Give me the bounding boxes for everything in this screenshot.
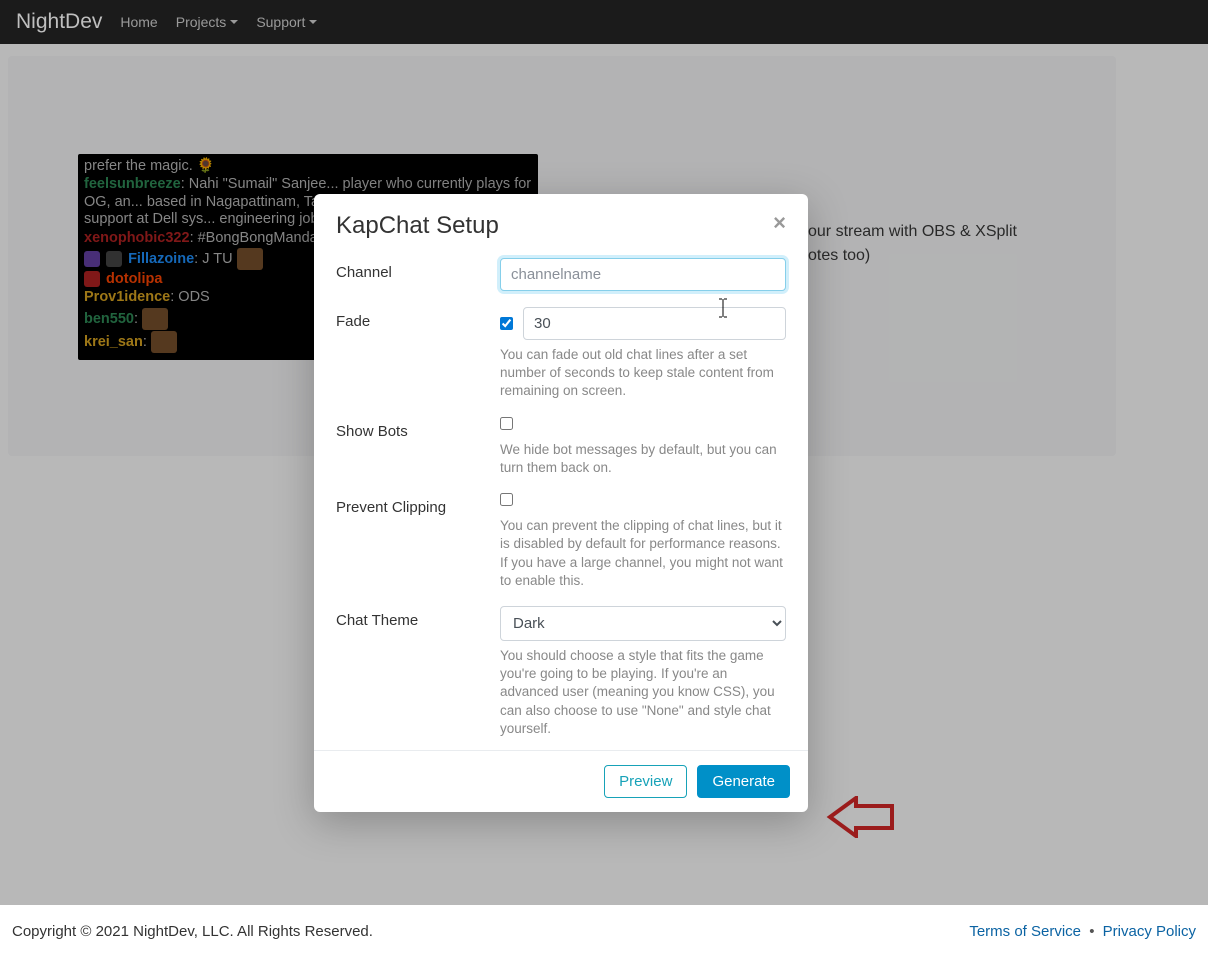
- preview-button[interactable]: Preview: [604, 765, 687, 798]
- generate-button[interactable]: Generate: [697, 765, 790, 798]
- fade-label: Fade: [336, 307, 500, 330]
- theme-label: Chat Theme: [336, 606, 500, 629]
- footer: Copyright © 2021 NightDev, LLC. All Righ…: [0, 905, 1208, 966]
- fade-checkbox[interactable]: [500, 317, 513, 330]
- nav-projects[interactable]: Projects: [176, 14, 239, 30]
- clip-label: Prevent Clipping: [336, 493, 500, 516]
- brand[interactable]: NightDev: [16, 10, 102, 34]
- chevron-down-icon: [230, 20, 238, 24]
- clip-help: You can prevent the clipping of chat lin…: [500, 517, 786, 590]
- chevron-down-icon: [309, 20, 317, 24]
- show-bots-checkbox[interactable]: [500, 417, 513, 430]
- footer-links: Terms of Service • Privacy Policy: [969, 923, 1196, 940]
- nav-support[interactable]: Support: [256, 14, 317, 30]
- bots-label: Show Bots: [336, 417, 500, 440]
- modal-header: KapChat Setup ×: [314, 194, 808, 248]
- bots-row: Show Bots We hide bot messages by defaul…: [336, 417, 786, 477]
- footer-copyright: Copyright © 2021 NightDev, LLC. All Righ…: [12, 923, 373, 940]
- modal-footer: Preview Generate: [314, 750, 808, 812]
- channel-label: Channel: [336, 258, 500, 281]
- theme-select[interactable]: Dark: [500, 606, 786, 641]
- modal-title: KapChat Setup: [336, 212, 499, 240]
- nav-support-label: Support: [256, 14, 305, 30]
- theme-row: Chat Theme Dark You should choose a styl…: [336, 606, 786, 738]
- tos-link[interactable]: Terms of Service: [969, 923, 1081, 940]
- clip-row: Prevent Clipping You can prevent the cli…: [336, 493, 786, 590]
- fade-help: You can fade out old chat lines after a …: [500, 346, 786, 401]
- modal-body: Channel Fade You can fade out old chat l…: [314, 248, 808, 750]
- page: our stream with OBS & XSplit otes too) p…: [0, 44, 1208, 966]
- navbar: NightDev Home Projects Support: [0, 0, 1208, 44]
- kapchat-setup-modal: KapChat Setup × Channel Fade You can fad…: [314, 194, 808, 812]
- close-icon[interactable]: ×: [773, 212, 786, 234]
- annotation-arrow-icon: [826, 796, 894, 838]
- channel-input[interactable]: [500, 258, 786, 291]
- prevent-clipping-checkbox[interactable]: [500, 493, 513, 506]
- channel-row: Channel: [336, 258, 786, 291]
- fade-row: Fade You can fade out old chat lines aft…: [336, 307, 786, 401]
- bots-help: We hide bot messages by default, but you…: [500, 441, 786, 477]
- privacy-link[interactable]: Privacy Policy: [1103, 923, 1196, 940]
- dot-separator: •: [1089, 923, 1094, 940]
- nav-projects-label: Projects: [176, 14, 227, 30]
- fade-seconds-input[interactable]: [523, 307, 786, 340]
- nav-home[interactable]: Home: [120, 14, 157, 30]
- theme-help: You should choose a style that fits the …: [500, 647, 786, 738]
